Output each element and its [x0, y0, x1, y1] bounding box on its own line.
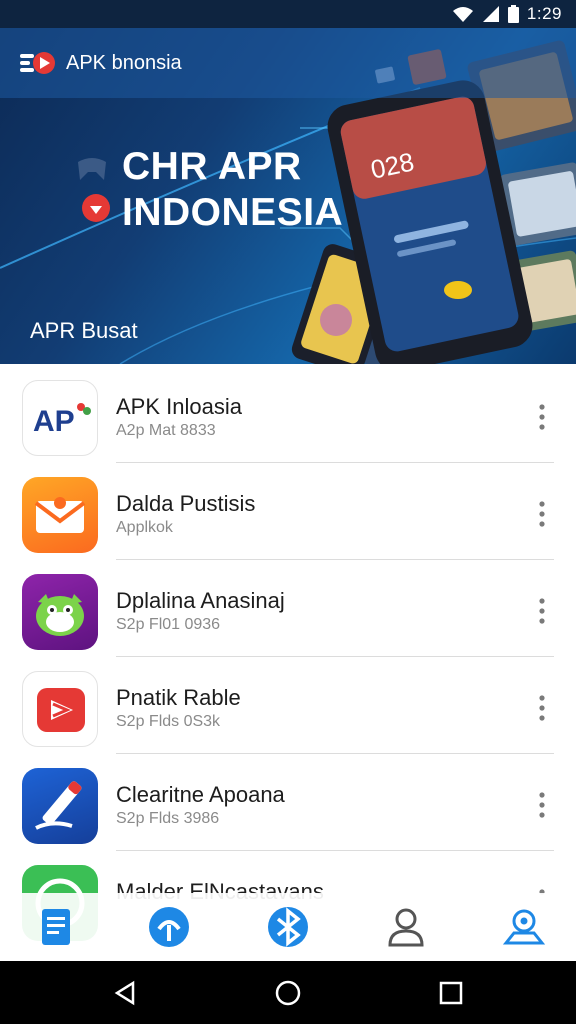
hero-headline: CHR APR INDONESIA: [76, 144, 343, 236]
bottom-navigation: [0, 893, 576, 961]
app-subtitle: Applkok: [116, 519, 173, 536]
hero-headline-line2: INDONESIA: [122, 191, 344, 234]
play-button-icon: [22, 671, 98, 747]
list-item[interactable]: Dplalina Anasinaj S2p Fl01 0936: [0, 560, 576, 657]
ap-logo-icon: AP: [22, 380, 98, 456]
app-list: AP APK Inloasia A2p Mat 8833 Dalda Pusti…: [0, 366, 576, 948]
app-title: Pnatik Rable: [116, 685, 241, 710]
app-title: Dalda Pustisis: [116, 491, 256, 516]
app-title: Clearitne Apoana: [116, 782, 285, 807]
recents-icon[interactable]: [438, 980, 464, 1006]
app-subtitle: S2p Fl01 0936: [116, 616, 221, 633]
more-options-icon[interactable]: [532, 790, 552, 820]
back-icon[interactable]: [113, 980, 139, 1006]
pencil-icon: [22, 768, 98, 844]
brand[interactable]: APK bnonsia: [20, 48, 182, 78]
more-options-icon[interactable]: [532, 596, 552, 626]
hero-headline-line1: CHR APR: [122, 145, 302, 188]
mail-envelope-icon: [22, 477, 98, 553]
svg-text:AP: AP: [33, 405, 75, 438]
more-options-icon[interactable]: [532, 402, 552, 432]
app-title: Dplalina Anasinaj: [116, 588, 285, 613]
list-item[interactable]: Dalda Pustisis Applkok: [0, 463, 576, 560]
list-item[interactable]: AP APK Inloasia A2p Mat 8833: [0, 366, 576, 463]
document-icon[interactable]: [32, 903, 80, 951]
hero-subtitle: APR Busat: [30, 318, 138, 343]
profile-icon[interactable]: [382, 903, 430, 951]
app-subtitle: S2p Flds 0S3k: [116, 713, 221, 730]
hero-banner[interactable]: 028 APK bnonsia CHR APR INDONESIA APR Bu…: [0, 28, 576, 364]
more-options-icon[interactable]: [532, 499, 552, 529]
brand-logo-icon: [20, 52, 55, 74]
brand-name: APK bnonsia: [66, 51, 182, 74]
location-pin-icon[interactable]: [500, 903, 548, 951]
battery-icon: [507, 5, 519, 23]
app-subtitle: A2p Mat 8833: [116, 422, 216, 439]
status-time: 1:29: [526, 4, 562, 23]
list-item[interactable]: Clearitne Apoana S2p Flds 3986: [0, 754, 576, 851]
green-monster-icon: [22, 574, 98, 650]
more-options-icon[interactable]: [532, 693, 552, 723]
cloud-upload-icon[interactable]: [145, 903, 193, 951]
home-icon[interactable]: [275, 980, 301, 1006]
wifi-icon: [452, 7, 473, 22]
status-bar: 1:29: [0, 0, 576, 28]
bluetooth-icon[interactable]: [264, 903, 312, 951]
app-subtitle: S2p Flds 3986: [116, 810, 220, 827]
signal-icon: [482, 6, 499, 22]
system-navigation-bar: [0, 961, 576, 1024]
app-title: APK Inloasia: [116, 394, 242, 419]
list-item[interactable]: Pnatik Rable S2p Flds 0S3k: [0, 657, 576, 754]
